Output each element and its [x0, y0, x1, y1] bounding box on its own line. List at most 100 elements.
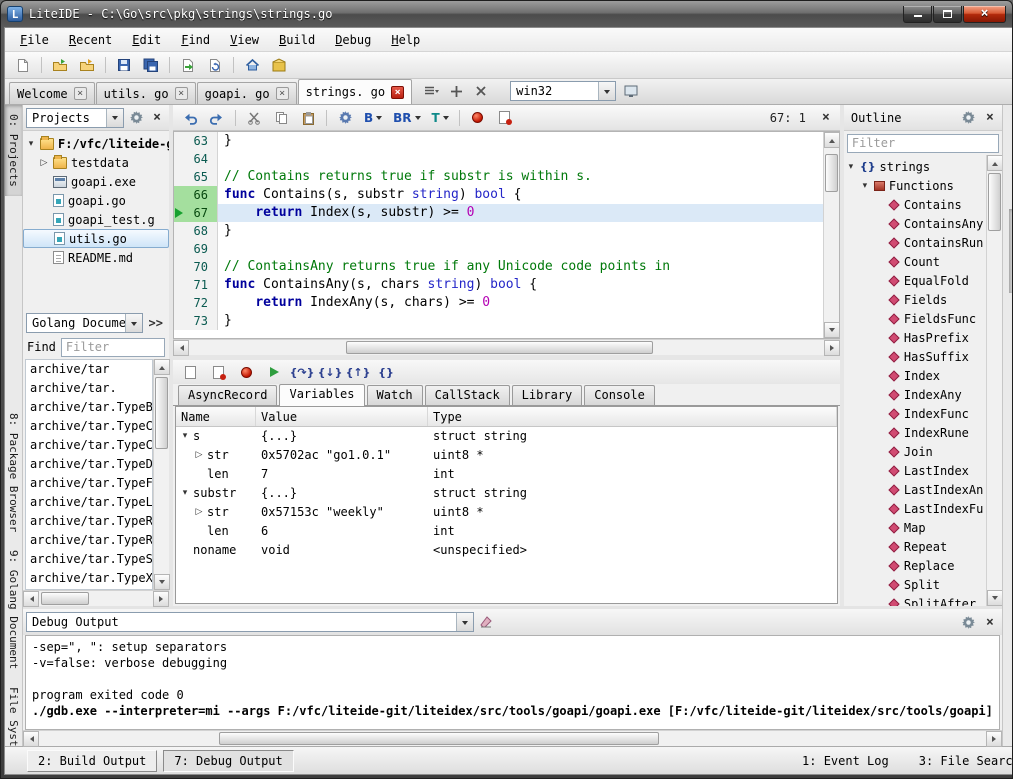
- code-line[interactable]: 65// Contains returns true if substr is …: [174, 168, 823, 186]
- split-editor-icon[interactable]: [446, 82, 466, 100]
- scroll-right-icon[interactable]: [153, 591, 169, 607]
- tab-close-icon[interactable]: ×: [276, 87, 289, 100]
- side-tab[interactable]: 6: Html Preview: [1009, 293, 1013, 410]
- outline-item[interactable]: FieldsFunc: [844, 309, 986, 328]
- editor-close-icon[interactable]: ×: [817, 109, 835, 127]
- scroll-thumb[interactable]: [825, 154, 838, 192]
- expander-icon[interactable]: ▾: [180, 427, 190, 446]
- menu-item-help[interactable]: Help: [382, 30, 429, 50]
- doc-list-item[interactable]: archive/tar.: [26, 379, 152, 398]
- project-tree-item[interactable]: goapi.go: [23, 191, 169, 210]
- side-tab[interactable]: 9: Golang Document: [5, 541, 22, 678]
- open-folder-button[interactable]: [75, 54, 99, 76]
- outline-item[interactable]: SplitAfter: [844, 594, 986, 606]
- side-tab[interactable]: 5: Outline: [1009, 209, 1013, 293]
- code-line[interactable]: 72 return IndexAny(s, chars) >= 0: [174, 294, 823, 312]
- outline-menu-gear-icon[interactable]: [960, 109, 978, 127]
- package-button[interactable]: [267, 54, 291, 76]
- golang-document-combo[interactable]: Golang Document: [26, 313, 143, 333]
- doc-list-item[interactable]: archive/tar.TypeCh: [26, 417, 152, 436]
- doc-list-item[interactable]: archive/tar.TypeXG: [26, 569, 152, 588]
- outline-item[interactable]: HasSuffix: [844, 347, 986, 366]
- scroll-thumb[interactable]: [41, 592, 89, 605]
- debug-tab-library[interactable]: Library: [512, 385, 583, 405]
- doc-list-item[interactable]: archive/tar.TypeBlc: [26, 398, 152, 417]
- tab-close-icon[interactable]: ×: [74, 87, 87, 100]
- code-line[interactable]: 68}: [174, 222, 823, 240]
- menu-item-debug[interactable]: Debug: [326, 30, 380, 50]
- outline-item[interactable]: EqualFold: [844, 271, 986, 290]
- code-line[interactable]: 73}: [174, 312, 823, 330]
- expander-icon[interactable]: ▾: [846, 162, 856, 172]
- doc-list-item[interactable]: archive/tar: [26, 360, 152, 379]
- output-selector-combo[interactable]: Debug Output: [26, 612, 474, 632]
- stop-debug-button[interactable]: [234, 361, 258, 383]
- status-link[interactable]: 1: Event Log: [802, 754, 889, 768]
- outline-item[interactable]: LastIndex: [844, 461, 986, 480]
- scroll-up-icon[interactable]: [824, 132, 840, 148]
- projects-combo[interactable]: Projects: [26, 108, 124, 128]
- scroll-thumb[interactable]: [988, 173, 1001, 231]
- variable-row[interactable]: len7int: [176, 465, 837, 484]
- open-file-button[interactable]: [48, 54, 72, 76]
- outline-filter-input[interactable]: [847, 134, 999, 153]
- clear-output-icon[interactable]: [477, 613, 495, 631]
- status-button[interactable]: 7: Debug Output: [163, 750, 293, 772]
- menu-item-view[interactable]: View: [221, 30, 268, 50]
- project-tree-item[interactable]: utils.go: [23, 229, 169, 248]
- variable-row[interactable]: ▷str0x57153c "weekly"uint8 *: [176, 503, 837, 522]
- doc-list-item[interactable]: archive/tar.TypeSym: [26, 550, 152, 569]
- build-run-button[interactable]: BR: [389, 108, 424, 128]
- undo-button[interactable]: [178, 107, 202, 129]
- continue-button[interactable]: [262, 361, 286, 383]
- scroll-thumb[interactable]: [155, 377, 168, 449]
- expander-icon[interactable]: ▾: [26, 139, 36, 149]
- more-button[interactable]: >>: [146, 316, 166, 330]
- status-link[interactable]: 3: File Search: [919, 754, 1013, 768]
- outline-item[interactable]: IndexRune: [844, 423, 986, 442]
- projects-menu-gear-icon[interactable]: [127, 109, 145, 127]
- show-current-line-button[interactable]: [178, 361, 202, 383]
- debug-output-text[interactable]: -sep=", ": setup separators-v=false: ver…: [25, 635, 1000, 730]
- scroll-up-icon[interactable]: [154, 359, 170, 375]
- doc-list-vscrollbar[interactable]: [153, 359, 169, 590]
- code-line[interactable]: 67 return Index(s, substr) >= 0: [174, 204, 823, 222]
- title-bar[interactable]: L LiteIDE - C:\Go\src\pkg\strings\string…: [1, 1, 1012, 27]
- variable-row[interactable]: ▷str0x5702ac "go1.0.1"uint8 *: [176, 446, 837, 465]
- variable-row[interactable]: ▾s{...}struct string: [176, 427, 837, 446]
- step-out-button[interactable]: {↑}: [346, 361, 370, 383]
- menu-item-recent[interactable]: Recent: [60, 30, 121, 50]
- target-environment-combo[interactable]: win32: [510, 81, 616, 101]
- scroll-right-icon[interactable]: [824, 340, 840, 356]
- document-tab[interactable]: strings. go×: [298, 79, 412, 104]
- projects-close-icon[interactable]: ×: [148, 109, 166, 127]
- tab-close-icon[interactable]: ×: [391, 86, 404, 99]
- variables-column-header[interactable]: Value: [256, 407, 428, 426]
- project-tree-item[interactable]: README.md: [23, 248, 169, 267]
- paste-button[interactable]: [296, 107, 320, 129]
- expander-icon[interactable]: ▾: [180, 484, 190, 503]
- outline-item[interactable]: Join: [844, 442, 986, 461]
- doc-list-item[interactable]: archive/tar.TypeReg: [26, 531, 152, 550]
- outline-vscrollbar[interactable]: [986, 155, 1002, 606]
- doc-list-item[interactable]: archive/tar.TypeReg: [26, 512, 152, 531]
- outline-item[interactable]: Split: [844, 575, 986, 594]
- export-file-button[interactable]: [176, 54, 200, 76]
- document-tab[interactable]: goapi. go×: [197, 82, 297, 104]
- outline-item[interactable]: Contains: [844, 195, 986, 214]
- code-line[interactable]: 63}: [174, 132, 823, 150]
- doc-filter-input[interactable]: [61, 338, 165, 357]
- doc-list-item[interactable]: archive/tar.TypeFifc: [26, 474, 152, 493]
- expander-icon[interactable]: ▾: [860, 181, 870, 191]
- side-tab[interactable]: 8: Package Browser: [5, 404, 22, 541]
- menu-item-file[interactable]: File: [11, 30, 58, 50]
- code-line[interactable]: 64: [174, 150, 823, 168]
- code-line[interactable]: 71func ContainsAny(s, chars string) bool…: [174, 276, 823, 294]
- scroll-right-icon[interactable]: [986, 731, 1002, 747]
- scroll-thumb[interactable]: [219, 732, 659, 745]
- scroll-left-icon[interactable]: [23, 731, 39, 747]
- outline-close-icon[interactable]: ×: [981, 109, 999, 127]
- document-tab[interactable]: Welcome×: [9, 82, 95, 104]
- project-tree-item[interactable]: goapi.exe: [23, 172, 169, 191]
- code-editor[interactable]: 63}6465// Contains returns true if subst…: [174, 132, 823, 338]
